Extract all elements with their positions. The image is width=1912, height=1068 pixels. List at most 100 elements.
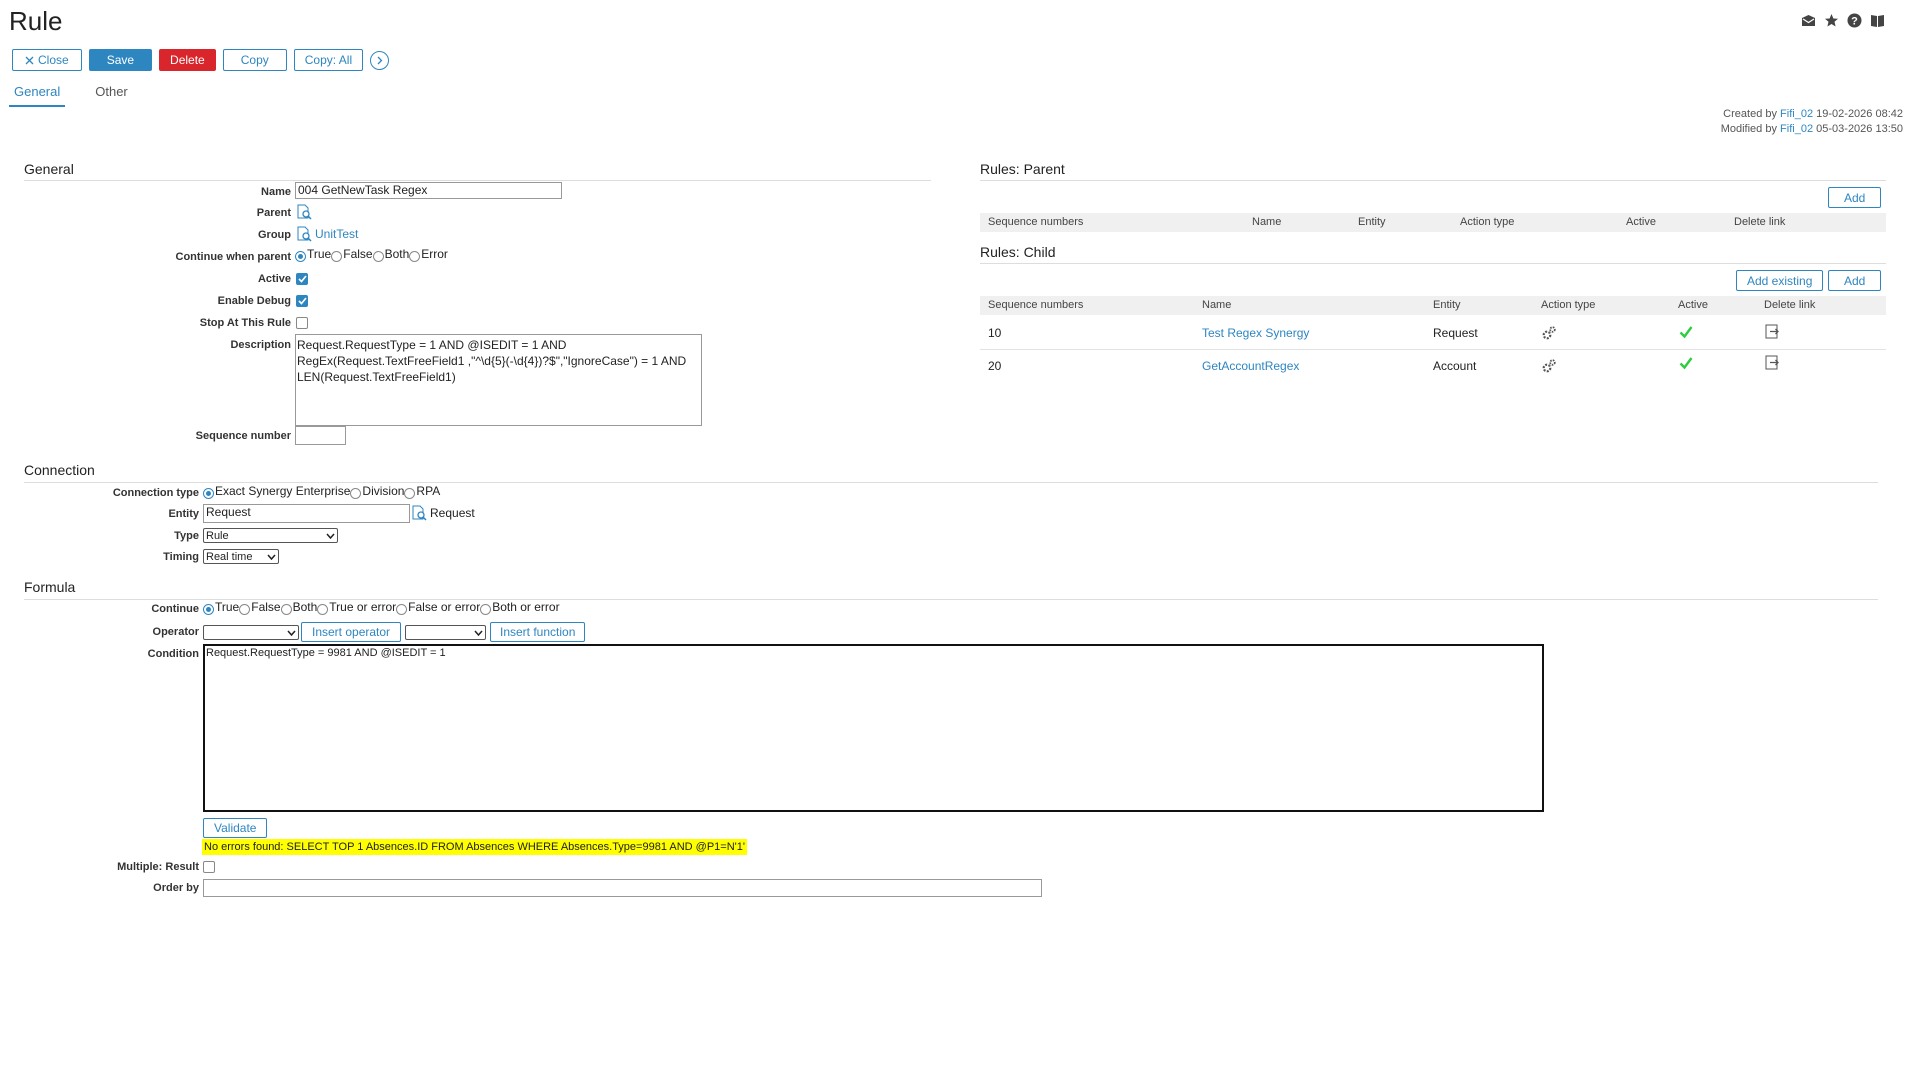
formula-true-radio[interactable] bbox=[203, 603, 214, 615]
order-by-label: Order by bbox=[153, 882, 199, 894]
page-title: Rule bbox=[9, 6, 63, 36]
svg-text:?: ? bbox=[1851, 16, 1858, 28]
group-link[interactable]: UnitTest bbox=[315, 227, 358, 241]
help-icon[interactable]: ? bbox=[1846, 12, 1863, 29]
chevron-down-icon bbox=[474, 630, 483, 636]
parent-search-icon[interactable] bbox=[296, 204, 312, 225]
continue-error-radio[interactable] bbox=[409, 250, 421, 262]
formula-continue-label: Continue bbox=[151, 603, 199, 615]
stop-at-rule-label: Stop At This Rule bbox=[199, 317, 291, 329]
top-icons: ? bbox=[1800, 12, 1886, 29]
general-divider bbox=[24, 180, 931, 181]
continue-when-parent-label: Continue when parent bbox=[175, 251, 292, 263]
group-search-icon[interactable] bbox=[296, 226, 312, 247]
multiple-result-label: Multiple: Result bbox=[117, 861, 199, 873]
save-button-label: Save bbox=[106, 53, 135, 67]
table-row[interactable]: 10 Test Regex Synergy Request bbox=[980, 317, 1886, 350]
next-button[interactable] bbox=[370, 50, 390, 70]
condition-label: Condition bbox=[147, 648, 199, 660]
type-select[interactable]: Rule bbox=[203, 528, 338, 543]
name-label: Name bbox=[261, 186, 291, 198]
connection-type-radios: Exact Synergy Enterprise Division RPA bbox=[203, 484, 440, 499]
modified-user-link[interactable]: Fifi_02 bbox=[1780, 123, 1813, 135]
enable-debug-checkbox[interactable] bbox=[296, 295, 308, 307]
copy-button[interactable]: Copy bbox=[222, 49, 287, 71]
created-user-link[interactable]: Fifi_02 bbox=[1780, 108, 1813, 120]
parent-label: Parent bbox=[256, 207, 291, 219]
rules-child-title: Rules: Child bbox=[980, 244, 1056, 260]
table-row[interactable]: 20 GetAccountRegex Account bbox=[980, 350, 1886, 382]
rule-name-link[interactable]: Test Regex Synergy bbox=[1202, 317, 1309, 349]
rules-child-header: Sequence numbers Name Entity Action type… bbox=[980, 296, 1886, 315]
rules-parent-divider bbox=[980, 180, 1886, 181]
validate-button[interactable]: Validate bbox=[203, 818, 268, 838]
validation-message: No errors found: SELECT TOP 1 Absences.I… bbox=[202, 839, 747, 855]
close-button-label: Close bbox=[38, 53, 69, 67]
type-label: Type bbox=[174, 530, 199, 542]
name-input[interactable]: 004 GetNewTask Regex bbox=[295, 182, 562, 199]
active-checkbox[interactable] bbox=[296, 273, 308, 285]
tab-general[interactable]: General bbox=[9, 84, 66, 107]
chevron-down-icon bbox=[287, 630, 296, 636]
close-icon bbox=[25, 56, 34, 64]
sequence-number-label: Sequence number bbox=[195, 430, 291, 442]
envelope-icon[interactable] bbox=[1800, 12, 1817, 29]
copy-button-label: Copy bbox=[240, 53, 269, 67]
rules-parent-add-button[interactable]: Add bbox=[1828, 187, 1882, 208]
star-icon[interactable] bbox=[1823, 12, 1840, 29]
save-button[interactable]: Save bbox=[88, 49, 153, 71]
insert-operator-button[interactable]: Insert operator bbox=[301, 622, 402, 642]
formula-true-or-error-radio[interactable] bbox=[317, 603, 329, 615]
enable-debug-label: Enable Debug bbox=[217, 295, 291, 307]
tab-bar: General Other bbox=[9, 84, 158, 107]
connection-rpa-radio[interactable] bbox=[404, 487, 416, 499]
rule-name-link[interactable]: GetAccountRegex bbox=[1202, 350, 1299, 382]
rules-child-add-button[interactable]: Add bbox=[1828, 270, 1882, 291]
copy-all-button-label: Copy: All bbox=[304, 53, 353, 67]
continue-false-radio[interactable] bbox=[331, 250, 343, 262]
insert-function-button[interactable]: Insert function bbox=[490, 622, 586, 642]
toolbar: Close Save Delete Copy Copy: All bbox=[12, 49, 390, 71]
timing-select[interactable]: Real time bbox=[203, 549, 279, 564]
description-textarea[interactable]: Request.RequestType = 1 AND @ISEDIT = 1 … bbox=[295, 334, 702, 426]
operator-select[interactable] bbox=[203, 625, 299, 640]
multiple-result-checkbox[interactable] bbox=[203, 861, 215, 873]
continue-true-radio[interactable] bbox=[295, 250, 306, 262]
arrow-right-icon bbox=[377, 56, 383, 64]
connection-divider bbox=[24, 482, 1878, 483]
created-info: Created by Fifi_02 19-02-2026 08:42 bbox=[1723, 108, 1903, 120]
rules-child-add-existing-button[interactable]: Add existing bbox=[1736, 270, 1824, 291]
copy-all-button[interactable]: Copy: All bbox=[293, 49, 364, 71]
gears-icon bbox=[1541, 358, 1557, 377]
condition-textarea[interactable]: Request.RequestType = 9981 AND @ISEDIT =… bbox=[203, 644, 1544, 812]
formula-continue-radios: True False Both True or error False or e… bbox=[203, 600, 560, 615]
tab-other[interactable]: Other bbox=[90, 84, 133, 107]
connection-division-radio[interactable] bbox=[350, 487, 362, 499]
active-checkmark-icon bbox=[1679, 325, 1693, 342]
general-section-title: General bbox=[24, 161, 74, 177]
order-by-input[interactable] bbox=[203, 879, 1042, 897]
formula-both-or-error-radio[interactable] bbox=[480, 603, 492, 615]
gears-icon bbox=[1541, 325, 1557, 344]
connection-type-label: Connection type bbox=[112, 487, 199, 499]
entity-input[interactable]: Request bbox=[203, 504, 410, 523]
stop-at-rule-checkbox[interactable] bbox=[296, 317, 308, 329]
chevron-down-icon bbox=[267, 554, 276, 560]
delete-button[interactable]: Delete bbox=[159, 49, 216, 71]
formula-false-radio[interactable] bbox=[239, 603, 251, 615]
continue-both-radio[interactable] bbox=[372, 250, 384, 262]
connection-synergy-radio[interactable] bbox=[203, 487, 214, 499]
function-select[interactable] bbox=[405, 625, 486, 640]
operator-label: Operator bbox=[152, 626, 199, 638]
entity-display: Request bbox=[430, 506, 475, 520]
entity-search-icon[interactable] bbox=[411, 505, 427, 526]
sequence-number-input[interactable] bbox=[295, 426, 346, 445]
close-button[interactable]: Close bbox=[12, 49, 82, 71]
chevron-down-icon bbox=[326, 533, 335, 539]
active-checkmark-icon bbox=[1679, 356, 1693, 373]
delete-link-icon[interactable] bbox=[1765, 324, 1780, 342]
formula-both-radio[interactable] bbox=[280, 603, 292, 615]
book-icon[interactable] bbox=[1869, 12, 1886, 29]
formula-false-or-error-radio[interactable] bbox=[396, 603, 408, 615]
delete-link-icon[interactable] bbox=[1765, 355, 1780, 373]
